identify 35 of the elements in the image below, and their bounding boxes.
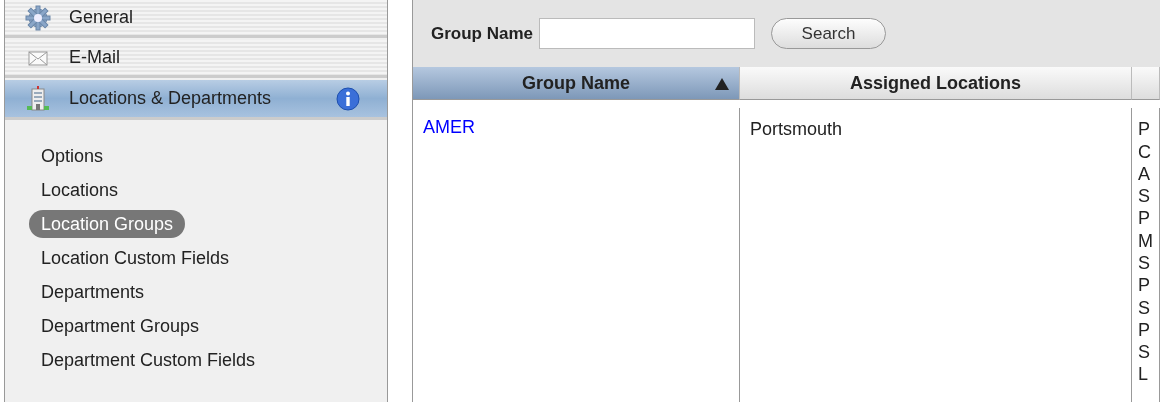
search-field[interactable]	[539, 18, 756, 49]
column-header[interactable]: Group Name	[413, 67, 740, 100]
sidebar-section[interactable]: Locations & Departments	[5, 80, 387, 120]
cell-text: S	[1138, 296, 1151, 319]
group-link[interactable]: AMER	[423, 117, 475, 138]
cell-text: P	[1138, 318, 1151, 342]
cell-text: C	[1138, 140, 1152, 163]
section-title: General	[69, 6, 135, 29]
sidebar-link[interactable]: Location Custom Fields	[29, 244, 242, 272]
section-title: E-Mail	[69, 46, 121, 69]
gear-icon	[23, 4, 53, 31]
location-text: Portsmouth	[750, 118, 844, 141]
section-title: Locations & Departments	[69, 87, 273, 110]
field-label: Group Name	[431, 22, 534, 45]
cell-text: L	[1138, 363, 1149, 386]
cell-text: P	[1138, 118, 1151, 141]
sidebar-link[interactable]: Options	[29, 142, 116, 170]
search-button[interactable]: Search	[771, 18, 887, 49]
column-header[interactable]	[1132, 67, 1160, 100]
sidebar-link[interactable]: Departments	[29, 278, 157, 306]
sidebar-link[interactable]: Location Groups	[29, 210, 186, 238]
cell-text: M	[1138, 229, 1154, 252]
cell-text: P	[1138, 207, 1151, 230]
cell-text: A	[1138, 162, 1151, 186]
sidebar-section[interactable]: General	[5, 0, 387, 38]
sidebar-link[interactable]: Department Groups	[29, 312, 212, 340]
cell-text: S	[1138, 341, 1151, 364]
cell-text: S	[1138, 185, 1151, 208]
info-icon[interactable]	[335, 85, 361, 112]
sidebar-section[interactable]: E-Mail	[5, 40, 387, 78]
sidebar-link[interactable]: Locations	[29, 176, 131, 204]
column-header[interactable]: Assigned Locations	[740, 67, 1132, 100]
cell-text: S	[1138, 252, 1151, 275]
sidebar-link[interactable]: Department Custom Fields	[29, 346, 268, 374]
cell-text: P	[1138, 274, 1151, 297]
